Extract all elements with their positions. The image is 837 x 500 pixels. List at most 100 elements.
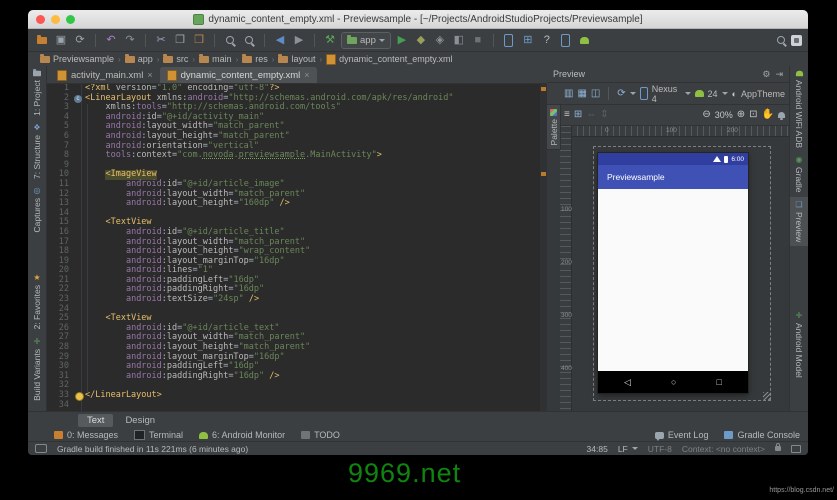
- open-project-icon[interactable]: [34, 32, 50, 48]
- code-line[interactable]: 31 android: paddingRight = "16dp" />: [47, 371, 547, 382]
- nav-recents-icon[interactable]: □: [717, 377, 722, 387]
- caret-position[interactable]: 34:85: [587, 444, 608, 454]
- breadcrumb-item[interactable]: dynamic_content_empty.xml: [322, 53, 456, 65]
- preferences-icon[interactable]: [791, 34, 802, 46]
- tool-button-preview[interactable]: ❏ Preview: [790, 196, 808, 246]
- grid-snap-icon[interactable]: ⊞: [574, 110, 582, 120]
- stripe-mark[interactable]: [541, 172, 546, 176]
- zoom-in-icon[interactable]: ⊕: [737, 110, 745, 120]
- zoom-fit-icon[interactable]: ⊡: [749, 110, 757, 120]
- expand-v-icon[interactable]: ⇕: [600, 110, 608, 120]
- cut-icon[interactable]: ✂: [153, 32, 169, 48]
- forward-icon[interactable]: ▶: [291, 32, 307, 48]
- device-selector[interactable]: Nexus 4: [639, 84, 691, 104]
- debug-icon[interactable]: ◆: [413, 32, 429, 48]
- back-icon[interactable]: ◀: [272, 32, 288, 48]
- breadcrumb-item[interactable]: Previewsample: [36, 53, 118, 64]
- todo-button[interactable]: TODO: [301, 430, 340, 440]
- tool-button-palette[interactable]: Palette: [547, 104, 561, 151]
- lock-icon[interactable]: [775, 443, 781, 451]
- search-everywhere-icon[interactable]: [777, 36, 785, 44]
- close-tab-icon[interactable]: ×: [147, 70, 152, 80]
- device-monitor-icon[interactable]: [558, 32, 574, 48]
- hide-panel-icon[interactable]: ⇥: [775, 69, 783, 80]
- theme-selector[interactable]: ◐ AppTheme: [732, 89, 785, 99]
- avd-manager-icon[interactable]: [501, 32, 517, 48]
- save-all-icon[interactable]: ▣: [53, 32, 69, 48]
- stop-icon[interactable]: ■: [470, 32, 486, 48]
- close-window-button[interactable]: [36, 14, 45, 24]
- paste-icon[interactable]: ❒: [191, 32, 207, 48]
- tool-button-favorites[interactable]: ★ 2: Favorites: [28, 270, 46, 333]
- code-line[interactable]: 23 android: textSize = "24sp" />: [47, 294, 547, 305]
- zoom-window-button[interactable]: [66, 14, 75, 24]
- zoom-out-icon[interactable]: ⊖: [702, 110, 710, 120]
- api-selector[interactable]: 24: [694, 89, 728, 99]
- pan-hand-icon[interactable]: ✋: [762, 110, 774, 120]
- gear-icon[interactable]: ⚙: [762, 69, 770, 80]
- design-mode-icon[interactable]: ▥: [564, 88, 573, 99]
- event-log-button[interactable]: Event Log: [654, 430, 708, 441]
- context-indicator[interactable]: Context: <no context>: [682, 444, 765, 454]
- profile-icon[interactable]: ◧: [451, 32, 467, 48]
- sync-icon[interactable]: ⟳: [72, 32, 88, 48]
- code-line[interactable]: 33 </LinearLayout>: [47, 390, 547, 401]
- breadcrumb-item[interactable]: main: [195, 53, 236, 64]
- tool-button-structure[interactable]: ❖ 7: Structure: [28, 120, 46, 183]
- both-mode-icon[interactable]: ◫: [591, 88, 600, 99]
- coverage-icon[interactable]: ◈: [432, 32, 448, 48]
- tool-button-gradle[interactable]: ◉ Gradle: [790, 152, 808, 197]
- breadcrumb-item[interactable]: app: [121, 53, 157, 64]
- android-monitor-button[interactable]: 6: Android Monitor: [199, 430, 285, 440]
- tool-button-project[interactable]: 1: Project: [28, 66, 46, 120]
- nav-home-icon[interactable]: ○: [671, 377, 676, 387]
- terminal-button[interactable]: Terminal: [134, 430, 183, 440]
- expand-h-icon[interactable]: ⇔: [586, 110, 596, 120]
- help-icon[interactable]: ?: [539, 32, 555, 48]
- stripe-mark[interactable]: [541, 87, 546, 91]
- breadcrumb-item[interactable]: res: [238, 53, 272, 64]
- screen-reader-icon[interactable]: [791, 444, 801, 453]
- make-project-icon[interactable]: ⚒: [322, 32, 338, 48]
- minimize-window-button[interactable]: [51, 14, 60, 24]
- editor-tab[interactable]: dynamic_content_empty.xml ×: [159, 67, 317, 83]
- code-line[interactable]: 13 android: layout_height = "160dp" />: [47, 199, 547, 209]
- messages-button[interactable]: 0: Messages: [54, 430, 118, 440]
- breadcrumb-item[interactable]: layout: [274, 53, 319, 64]
- breadcrumb-item[interactable]: src: [159, 53, 192, 64]
- code-editor[interactable]: 1 <?xml version = "1.0" encoding = "utf-8" ?> 2…: [47, 84, 547, 412]
- replace-icon[interactable]: [241, 32, 257, 48]
- undo-icon[interactable]: ↶: [103, 32, 119, 48]
- close-tab-icon[interactable]: ×: [304, 70, 309, 80]
- blueprint-mode-icon[interactable]: ▦: [577, 88, 586, 99]
- code-line[interactable]: 8 tools: context = "com. novoda. previewsampl…: [47, 151, 547, 161]
- run-config-chip[interactable]: app: [341, 31, 391, 49]
- tool-button-captures[interactable]: ◎ Captures: [28, 183, 46, 237]
- redo-icon[interactable]: ↷: [122, 32, 138, 48]
- orientation-icon[interactable]: ⟳: [617, 88, 625, 99]
- sdk-manager-icon[interactable]: ⊞: [520, 32, 536, 48]
- tool-button-build-variants[interactable]: ✛ Build Variants: [28, 334, 46, 405]
- tool-button-android-wifi-adb[interactable]: Android WiFi ADB: [790, 66, 808, 152]
- file-encoding[interactable]: UTF-8: [648, 444, 672, 454]
- toggle-toolwindows-icon[interactable]: [35, 444, 47, 453]
- copy-icon[interactable]: ❐: [172, 32, 188, 48]
- mode-tab-design[interactable]: Design: [116, 414, 164, 427]
- tool-button-android-model[interactable]: ✛ Android Model: [790, 308, 808, 382]
- resize-grip[interactable]: [763, 392, 771, 400]
- device-content[interactable]: [598, 189, 748, 371]
- code-line[interactable]: 34: [47, 400, 547, 411]
- editor-tab[interactable]: activity_main.xml ×: [50, 67, 160, 83]
- device-mockup[interactable]: 6:00 Previewsample ◁ ○ □: [598, 153, 748, 393]
- find-icon[interactable]: [222, 32, 238, 48]
- preview-canvas[interactable]: 6:00 Previewsample ◁ ○ □ 01002001002: [547, 126, 789, 412]
- error-stripe[interactable]: [540, 84, 547, 412]
- line-separator-selector[interactable]: LF: [618, 444, 638, 454]
- gradle-console-button[interactable]: Gradle Console: [724, 430, 800, 440]
- run-icon[interactable]: ▶: [394, 32, 410, 48]
- nav-back-icon[interactable]: ◁: [624, 377, 631, 388]
- android-device-monitor-icon[interactable]: [577, 32, 593, 48]
- mode-tab-text[interactable]: Text: [78, 413, 114, 427]
- notifications-bell-icon[interactable]: [778, 112, 785, 120]
- variants-menu-icon[interactable]: ≡: [564, 110, 570, 120]
